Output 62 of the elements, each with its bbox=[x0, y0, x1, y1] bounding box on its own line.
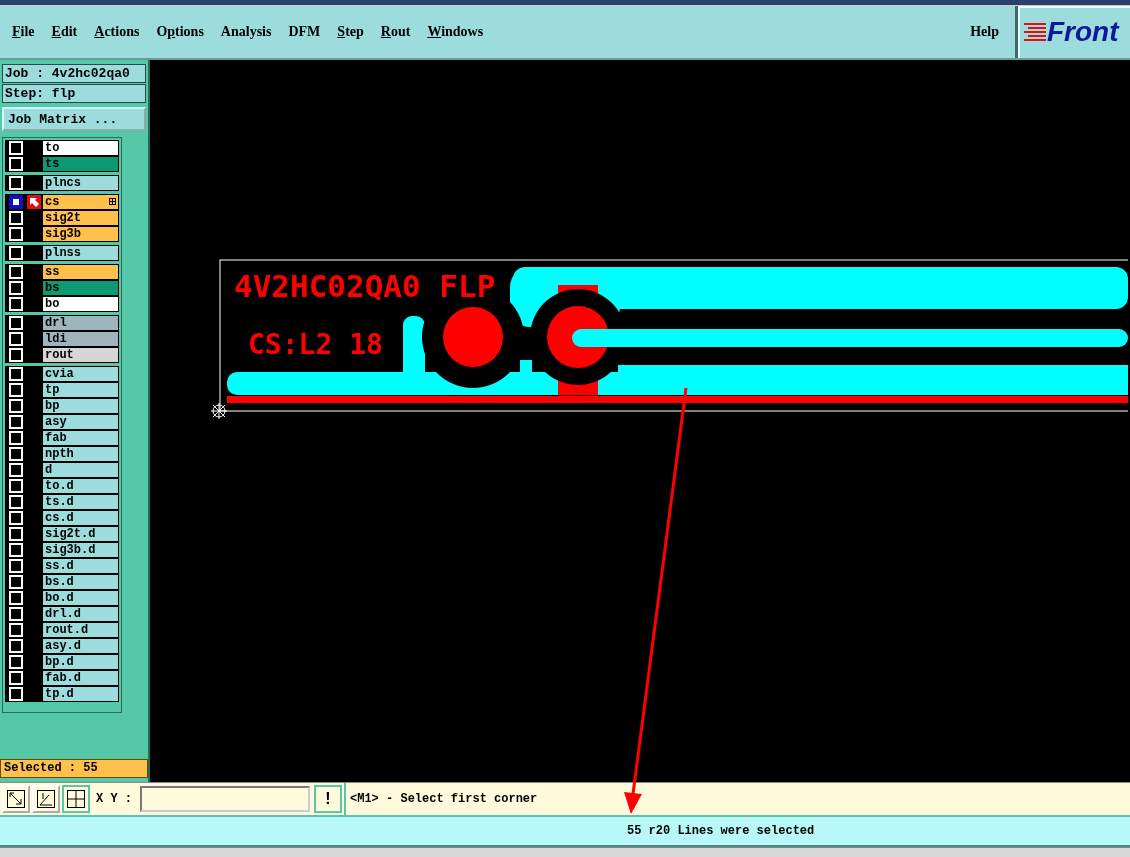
coordinate-label: X Y : bbox=[96, 792, 132, 806]
speed-lines-icon bbox=[1024, 22, 1046, 42]
layer-label: CS:L2 18 bbox=[248, 328, 383, 361]
job-name: Job : 4v2hc02qa0 bbox=[2, 64, 146, 83]
step-name: Step: flp bbox=[2, 84, 146, 103]
layer-name[interactable]: fab bbox=[43, 431, 118, 445]
layer-name[interactable]: sig3b bbox=[43, 227, 118, 241]
layer-name[interactable]: bo.d bbox=[43, 591, 118, 605]
job-matrix-button[interactable]: Job Matrix ... bbox=[2, 107, 146, 131]
coordinate-input[interactable] bbox=[140, 786, 310, 812]
layer-name[interactable]: sig2t.d bbox=[43, 527, 118, 541]
origin-marker-icon bbox=[210, 402, 228, 420]
layer-name[interactable]: bp bbox=[43, 399, 118, 413]
angle-icon[interactable] bbox=[32, 785, 60, 813]
logo-text: Front bbox=[1047, 16, 1119, 48]
layer-name[interactable]: d bbox=[43, 463, 118, 477]
layer-name[interactable]: asy.d bbox=[43, 639, 118, 653]
layer-name[interactable]: tp bbox=[43, 383, 118, 397]
layer-name[interactable]: sig2t bbox=[43, 211, 118, 225]
layer-name[interactable]: asy bbox=[43, 415, 118, 429]
selected-count: Selected : 55 bbox=[0, 759, 148, 778]
features-icon bbox=[109, 198, 116, 205]
menu-item[interactable]: Windows bbox=[427, 24, 484, 40]
menu-item[interactable]: DFM bbox=[288, 24, 321, 40]
layer-name[interactable]: bs bbox=[43, 281, 118, 295]
layer-name[interactable]: cvia bbox=[43, 367, 118, 381]
layer-name[interactable]: ts bbox=[43, 157, 118, 171]
alert-button[interactable]: ! bbox=[314, 785, 342, 813]
menu-item[interactable]: Rout bbox=[380, 24, 411, 40]
layer-name[interactable]: tp.d bbox=[43, 687, 118, 701]
layer-name[interactable]: bs.d bbox=[43, 575, 118, 589]
layer-name[interactable]: sig3b.d bbox=[43, 543, 118, 557]
menu-item[interactable]: Options bbox=[156, 24, 204, 40]
layer-name[interactable]: bp.d bbox=[43, 655, 118, 669]
layer-name[interactable]: plncs bbox=[43, 176, 118, 190]
layer-name[interactable]: fab.d bbox=[43, 671, 118, 685]
status-message: 55 r20 Lines were selected bbox=[627, 824, 815, 838]
layer-name[interactable]: cs.d bbox=[43, 511, 118, 525]
work-layer-arrow-icon bbox=[27, 195, 41, 209]
layer-name[interactable]: rout bbox=[43, 348, 118, 362]
menu-item[interactable]: File bbox=[12, 24, 35, 40]
help-menu[interactable]: Help bbox=[970, 24, 999, 40]
layer-name[interactable]: to.d bbox=[43, 479, 118, 493]
menu-item[interactable]: Analysis bbox=[220, 24, 272, 40]
layer-name[interactable]: to bbox=[43, 141, 118, 155]
layer-name[interactable]: bo bbox=[43, 297, 118, 311]
layer-name[interactable]: drl.d bbox=[43, 607, 118, 621]
menu-item[interactable]: Actions bbox=[94, 24, 140, 40]
layer-name[interactable]: rout.d bbox=[43, 623, 118, 637]
layer-name[interactable]: drl bbox=[43, 316, 118, 330]
layer-name[interactable]: ss bbox=[43, 265, 118, 279]
board-label: 4V2HC02QA0 FLP bbox=[234, 268, 496, 304]
layer-name[interactable]: ts.d bbox=[43, 495, 118, 509]
layer-name[interactable]: plnss bbox=[43, 246, 118, 260]
layer-name[interactable]: cs bbox=[43, 195, 118, 209]
layer-name[interactable]: ss.d bbox=[43, 559, 118, 573]
menu-item[interactable]: Step bbox=[337, 24, 364, 40]
grid-icon[interactable] bbox=[62, 785, 90, 813]
layer-checkbox[interactable] bbox=[9, 195, 23, 209]
layer-name[interactable]: ldi bbox=[43, 332, 118, 346]
menu-item[interactable]: Edit bbox=[51, 24, 78, 40]
layer-name[interactable]: npth bbox=[43, 447, 118, 461]
